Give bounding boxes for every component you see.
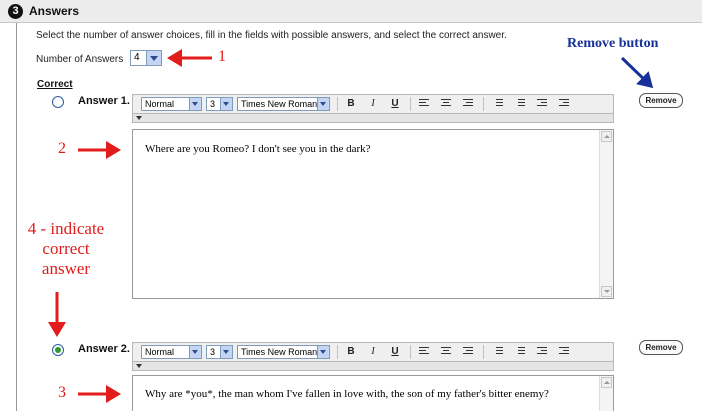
annotation-1: 1 — [218, 48, 226, 65]
annotation-3: 3 — [58, 384, 66, 401]
annotation-arrows — [48, 49, 654, 403]
annotation-2: 2 — [58, 140, 66, 157]
annotation-4: 4 - indicate correct answer — [27, 219, 105, 278]
arrow-remove — [620, 56, 654, 89]
annotation-remove-button: Remove button — [567, 36, 659, 51]
